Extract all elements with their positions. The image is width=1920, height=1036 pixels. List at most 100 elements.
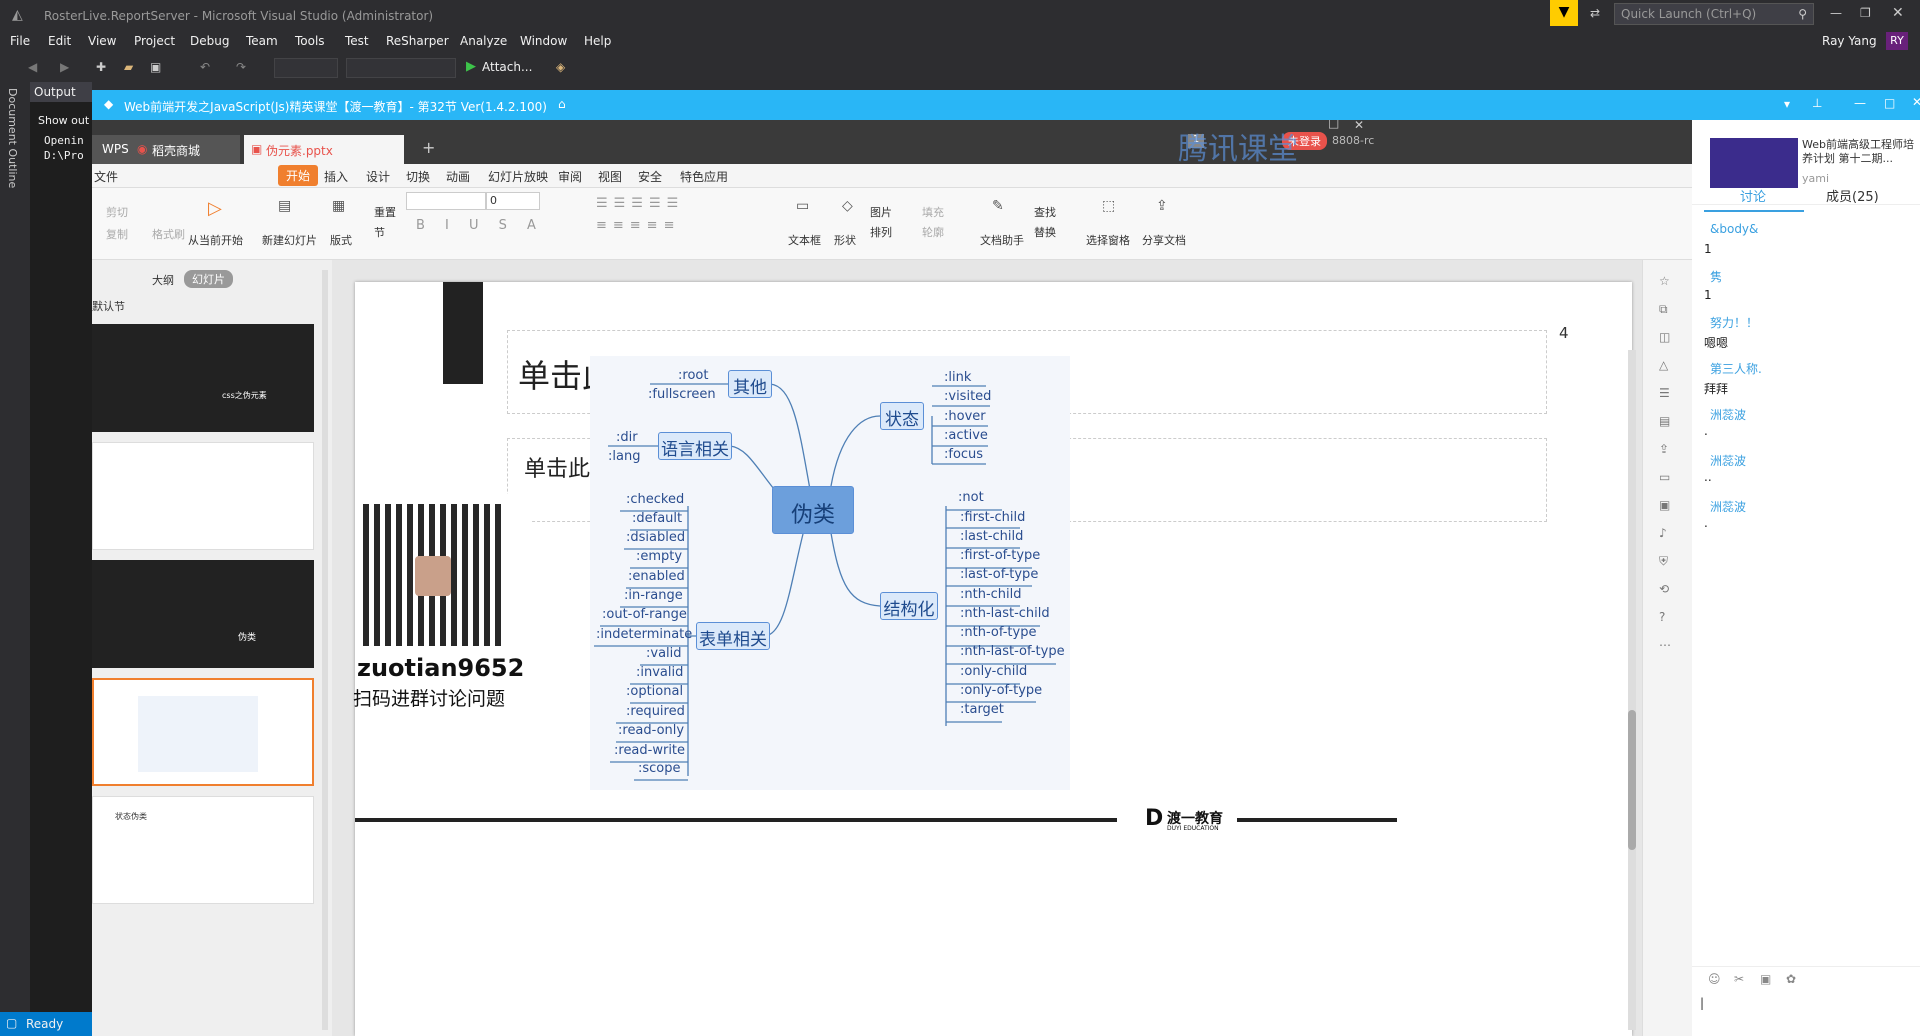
gift-icon[interactable]: ✿: [1786, 972, 1796, 986]
doc-assistant-button[interactable]: 文档助手: [980, 232, 1024, 248]
browser-icon[interactable]: ◈: [556, 60, 565, 74]
menu-team[interactable]: Team: [246, 34, 278, 48]
paragraph-icons[interactable]: ☰☰☰☰☰: [596, 196, 684, 211]
platform-dropdown[interactable]: [346, 58, 456, 78]
emoji-icon[interactable]: ☺: [1708, 972, 1721, 986]
maximize-icon[interactable]: □: [1328, 120, 1339, 130]
open-folder-icon[interactable]: ▰: [124, 60, 133, 74]
quick-launch-input[interactable]: Quick Launch (Ctrl+Q) ⚲: [1614, 3, 1814, 25]
outline-button[interactable]: 轮廓: [922, 224, 944, 240]
favorite-icon[interactable]: ☆: [1659, 274, 1670, 288]
menu-animation[interactable]: 动画: [446, 168, 470, 185]
menu-view[interactable]: 视图: [598, 168, 622, 185]
font-size-input[interactable]: 0: [486, 192, 540, 210]
scissors-icon[interactable]: ✂: [1734, 972, 1744, 986]
dropdown-icon[interactable]: ▾: [1784, 97, 1790, 111]
close-icon[interactable]: ✕: [1354, 120, 1364, 132]
home-icon[interactable]: ⌂: [558, 97, 566, 111]
document-outline-tab[interactable]: Document Outline: [6, 88, 19, 188]
menu-transition[interactable]: 切换: [406, 168, 430, 185]
menu-security[interactable]: 安全: [638, 168, 662, 185]
close-icon[interactable]: ✕: [1892, 5, 1904, 21]
slide-thumb-4-selected[interactable]: [92, 678, 314, 786]
undo-icon[interactable]: ↶: [200, 60, 210, 74]
maximize-icon[interactable]: ❐: [1860, 6, 1871, 20]
menu-file[interactable]: 文件: [94, 168, 118, 185]
tab-members[interactable]: 成员(25): [1826, 186, 1879, 205]
chat-username[interactable]: 努力！！: [1710, 314, 1758, 331]
copy-button[interactable]: 复制: [106, 226, 128, 242]
new-project-icon[interactable]: ✚: [96, 60, 106, 74]
thumb-scrollbar[interactable]: [322, 270, 328, 1030]
slide[interactable]: 4 单击此处添加标题 单击此处添加 zuotian9652 扫码进群讨论问题: [353, 282, 1632, 1036]
find-button[interactable]: 查找: [1034, 204, 1056, 220]
forward-icon[interactable]: ▶: [60, 60, 69, 74]
canvas-scroll-thumb[interactable]: [1628, 710, 1636, 850]
chat-username[interactable]: 隽: [1710, 268, 1722, 285]
attach-button[interactable]: Attach...: [482, 60, 532, 74]
select-pane-button[interactable]: 选择窗格: [1086, 232, 1130, 248]
slide-thumb-1[interactable]: css之伪元素: [92, 324, 314, 432]
slide-thumb-5[interactable]: 状态伪类: [92, 796, 314, 904]
minimize-icon[interactable]: —: [1854, 96, 1866, 110]
close-icon[interactable]: ✕: [1912, 95, 1920, 109]
font-name-input[interactable]: [406, 192, 486, 210]
menu-debug[interactable]: Debug: [190, 34, 229, 48]
library-icon[interactable]: ▤: [1659, 414, 1670, 428]
textbox-button[interactable]: 文本框: [788, 232, 821, 248]
menu-view[interactable]: View: [88, 34, 116, 48]
style-icon[interactable]: △: [1659, 358, 1668, 372]
menu-features[interactable]: 特色应用: [680, 168, 728, 185]
config-dropdown[interactable]: [274, 58, 338, 78]
image-icon[interactable]: ▣: [1760, 972, 1771, 986]
sound-icon[interactable]: ♪: [1659, 526, 1667, 540]
tab-pptx[interactable]: ▣ 伪元素.pptx: [244, 135, 404, 164]
start-icon[interactable]: ▶: [466, 59, 476, 74]
feedback-icon[interactable]: ⇄: [1590, 6, 1600, 20]
slides-tab[interactable]: 幻灯片: [184, 270, 233, 288]
more-icon[interactable]: ⋯: [1659, 638, 1671, 652]
copy-icon[interactable]: ⧉: [1659, 302, 1668, 317]
chat-username[interactable]: 洲蕊波: [1710, 452, 1746, 469]
back-icon[interactable]: ◀: [28, 60, 37, 74]
save-icon[interactable]: ▣: [150, 60, 161, 74]
menu-resharper[interactable]: ReSharper: [386, 34, 449, 48]
menu-slideshow[interactable]: 幻灯片放映: [488, 168, 548, 185]
output-tab[interactable]: Output: [30, 82, 92, 102]
history-icon[interactable]: ⟲: [1659, 582, 1669, 596]
shape-button[interactable]: 形状: [834, 232, 856, 248]
box-icon[interactable]: ▭: [1659, 470, 1670, 484]
filter-icon[interactable]: ▼: [1550, 0, 1578, 26]
layout-button[interactable]: 版式: [330, 232, 352, 248]
menu-file[interactable]: File: [10, 34, 30, 48]
shield-icon[interactable]: ⛨: [1659, 554, 1668, 569]
menu-review[interactable]: 审阅: [558, 168, 582, 185]
new-tab-icon[interactable]: +: [422, 138, 435, 157]
outline-tab[interactable]: 大纲: [152, 272, 174, 288]
picture-button[interactable]: 图片: [870, 204, 892, 220]
fill-button[interactable]: 填充: [922, 204, 944, 220]
menu-project[interactable]: Project: [134, 34, 175, 48]
maximize-icon[interactable]: □: [1884, 96, 1895, 110]
section-button[interactable]: 节: [374, 224, 385, 240]
reset-button[interactable]: 重置: [374, 204, 396, 220]
align-icons[interactable]: ≡≡≡≡≡: [596, 218, 680, 233]
menu-start[interactable]: 开始: [278, 165, 319, 186]
settings-icon[interactable]: ☰: [1659, 386, 1670, 400]
slide-thumb-2[interactable]: [92, 442, 314, 550]
chat-username[interactable]: 第三人称.: [1710, 360, 1762, 377]
user-name[interactable]: Ray Yang: [1822, 34, 1877, 48]
layers-icon[interactable]: ◫: [1659, 330, 1670, 344]
from-current-button[interactable]: 从当前开始: [188, 232, 243, 248]
help-icon[interactable]: ?: [1659, 610, 1665, 624]
cut-button[interactable]: 剪切: [106, 204, 128, 220]
share-doc-button[interactable]: 分享文档: [1142, 232, 1186, 248]
minimize-icon[interactable]: —: [1830, 6, 1842, 20]
text-format-icons[interactable]: B I U S A: [416, 218, 544, 233]
pin-icon[interactable]: ⊥: [1812, 96, 1822, 110]
chat-username[interactable]: &body&: [1710, 222, 1758, 236]
menu-window[interactable]: Window: [520, 34, 567, 48]
new-slide-button[interactable]: 新建幻灯片: [262, 232, 317, 248]
image-icon[interactable]: ▣: [1659, 498, 1670, 512]
format-painter-button[interactable]: 格式刷: [152, 226, 185, 242]
